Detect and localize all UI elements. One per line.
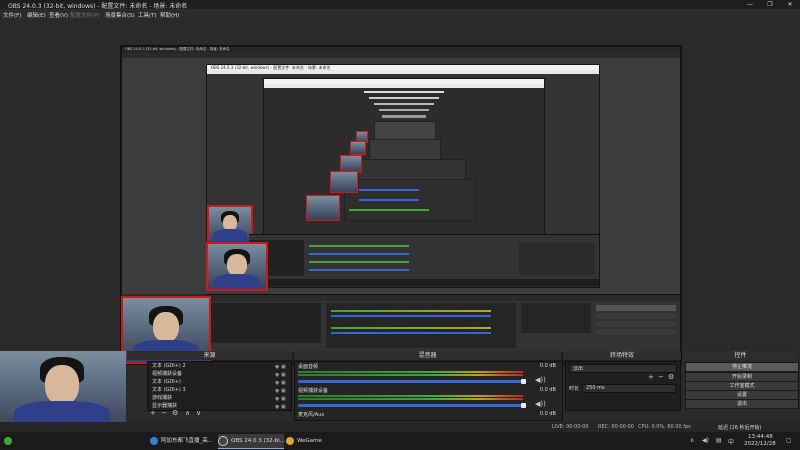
notification-icon[interactable]: ▢ — [786, 437, 792, 444]
transition-type: 淡出 — [573, 366, 584, 372]
visibility-icon[interactable]: ◉ ▣ — [275, 380, 287, 386]
mixer-channel: 视频捕获设备 0.0 dB ◀)) — [295, 387, 562, 408]
nested-title: OBS 24.0.3 (32-bit, windows) - 配置文件: 未命名… — [125, 47, 230, 51]
preview-area[interactable]: OBS 24.0.3 (32-bit, windows) - 配置文件: 未命名… — [0, 20, 800, 365]
volume-slider-knob[interactable] — [521, 403, 526, 408]
menu-scene-collection[interactable]: 场景集合(S) — [105, 11, 135, 19]
mixer-channel-name: 视频捕获设备 — [298, 388, 329, 394]
taskbar-item-label: WeGame — [297, 438, 322, 444]
menu-profile[interactable]: 配置文件(P) — [70, 11, 100, 19]
tray-expand-icon[interactable]: ∧ — [690, 437, 694, 444]
audio-meter — [298, 398, 523, 400]
gear-icon[interactable]: ⚙ — [172, 409, 178, 417]
duration-label: 时长 — [569, 386, 580, 392]
close-button[interactable]: ✕ — [780, 0, 800, 9]
remove-transition-icon[interactable]: − — [658, 373, 664, 381]
menu-file[interactable]: 文件(F) — [3, 11, 21, 19]
visibility-icon[interactable]: ◉ ▣ — [275, 404, 287, 410]
visibility-icon[interactable]: ◉ ▣ — [275, 388, 287, 394]
cpu-fps: CPU: 0.0%, 60.00 fps — [638, 424, 691, 430]
transition-type-select[interactable]: 淡出 — [569, 364, 677, 373]
add-transition-icon[interactable]: + — [648, 373, 654, 381]
volume-slider-knob[interactable] — [521, 379, 526, 384]
menu-help[interactable]: 帮助(H) — [160, 11, 179, 19]
delay-status: 延迟 (16 秒后开始) — [718, 425, 762, 431]
taskbar-item[interactable]: 阿加东都飞直播_高... — [150, 434, 216, 448]
controls-dock-title: 控件 — [683, 351, 798, 360]
mixer-channel-name: 麦克风/Aux — [298, 412, 325, 418]
mixer-channel: 桌面音频 0.0 dB ◀)) — [295, 363, 562, 384]
audio-meter — [298, 371, 523, 373]
taskbar-item-label: OBS 24.0.3 (32-bi... — [231, 438, 285, 444]
menu-view[interactable]: 查看(V) — [49, 11, 68, 19]
mixer-channel-db: 0.0 dB — [539, 387, 556, 393]
mixer-dock-title: 混音器 — [294, 351, 561, 360]
move-down-icon[interactable]: ∨ — [196, 409, 201, 417]
maximize-button[interactable]: ❐ — [760, 0, 780, 9]
menu-edit[interactable]: 编辑(E) — [27, 11, 46, 19]
visibility-icon[interactable]: ◉ ▣ — [275, 364, 287, 370]
taskbar-item[interactable]: WeGame — [286, 434, 346, 448]
speaker-icon[interactable]: ◀)) — [535, 400, 546, 408]
sources-list[interactable]: 文本 (GDI+) 2 视频捕获设备 文本 (GDI+) 文本 (GDI+) 3… — [147, 361, 292, 411]
menu-tools[interactable]: 工具(T) — [138, 11, 157, 19]
duration-input[interactable]: 250 ms — [582, 384, 676, 393]
speaker-tray-icon[interactable]: ◀) — [702, 437, 709, 444]
audio-meter — [298, 395, 523, 397]
audio-mixer[interactable]: 桌面音频 0.0 dB ◀)) 视频捕获设备 0.0 dB ◀)) 麦克风/Au… — [294, 361, 563, 421]
preview-canvas[interactable]: OBS 24.0.3 (32-bit, windows) - 配置文件: 未命名… — [120, 45, 682, 365]
rec-time: REC: 00:00:00 — [598, 424, 634, 430]
transitions-dock-title: 转场特效 — [563, 351, 681, 360]
gear-icon[interactable]: ⚙ — [668, 373, 674, 381]
mixer-channel-db: 0.0 dB — [539, 363, 556, 369]
ime-icon[interactable]: 中 — [728, 437, 734, 446]
volume-slider[interactable] — [298, 404, 523, 407]
start-icon[interactable] — [4, 434, 18, 448]
source-item[interactable]: 游戏捕获 — [152, 395, 172, 402]
taskbar: 阿加东都飞直播_高... OBS 24.0.3 (32-bi... WeGame… — [0, 432, 800, 450]
audio-meter — [298, 374, 523, 376]
speaker-icon[interactable]: ◀)) — [535, 376, 546, 384]
clock-date: 2022/12/28 — [744, 441, 776, 447]
source-item[interactable]: 文本 (GDI+) 2 — [152, 363, 186, 370]
volume-slider[interactable] — [298, 380, 523, 383]
taskbar-item[interactable]: OBS 24.0.3 (32-bi... — [218, 434, 285, 449]
mixer-channel-db: 0.0 dB — [539, 411, 556, 417]
stop-streaming-button[interactable]: 停止推流 — [685, 362, 799, 372]
move-up-icon[interactable]: ∧ — [185, 409, 190, 417]
sources-dock-title: 来源 — [127, 351, 292, 360]
visibility-icon[interactable]: ◉ ▣ — [275, 396, 287, 402]
transitions-panel: 淡出 + − ⚙ 时长 250 ms — [565, 361, 681, 411]
taskbar-item-label: 阿加东都飞直播_高... — [161, 438, 213, 444]
source-item[interactable]: 视频捕获设备 — [152, 371, 182, 378]
webcam-overlay — [0, 351, 126, 431]
status-bar: LIVE: 00:00:00 REC: 00:00:00 CPU: 0.0%, … — [0, 422, 800, 432]
remove-source-icon[interactable]: − — [161, 409, 167, 417]
mixer-channel-name: 桌面音频 — [298, 364, 319, 370]
mixer-channel: 麦克风/Aux 0.0 dB — [295, 411, 562, 419]
source-item[interactable]: 文本 (GDI+) — [152, 379, 181, 386]
live-time: LIVE: 00:00:00 — [552, 424, 589, 430]
visibility-icon[interactable]: ◉ ▣ — [275, 372, 287, 378]
network-icon[interactable]: ▤ — [716, 437, 722, 444]
title-bar: OBS 24.0.3 (32-bit, windows) - 配置文件: 未命名… — [0, 0, 800, 10]
exit-button[interactable]: 退出 — [685, 399, 799, 409]
add-source-icon[interactable]: + — [150, 409, 156, 417]
clock-time: 13:44:48 — [748, 434, 773, 440]
minimize-button[interactable]: — — [740, 0, 760, 9]
duration-value: 250 ms — [586, 385, 605, 391]
source-item[interactable]: 文本 (GDI+) 3 — [152, 387, 186, 394]
